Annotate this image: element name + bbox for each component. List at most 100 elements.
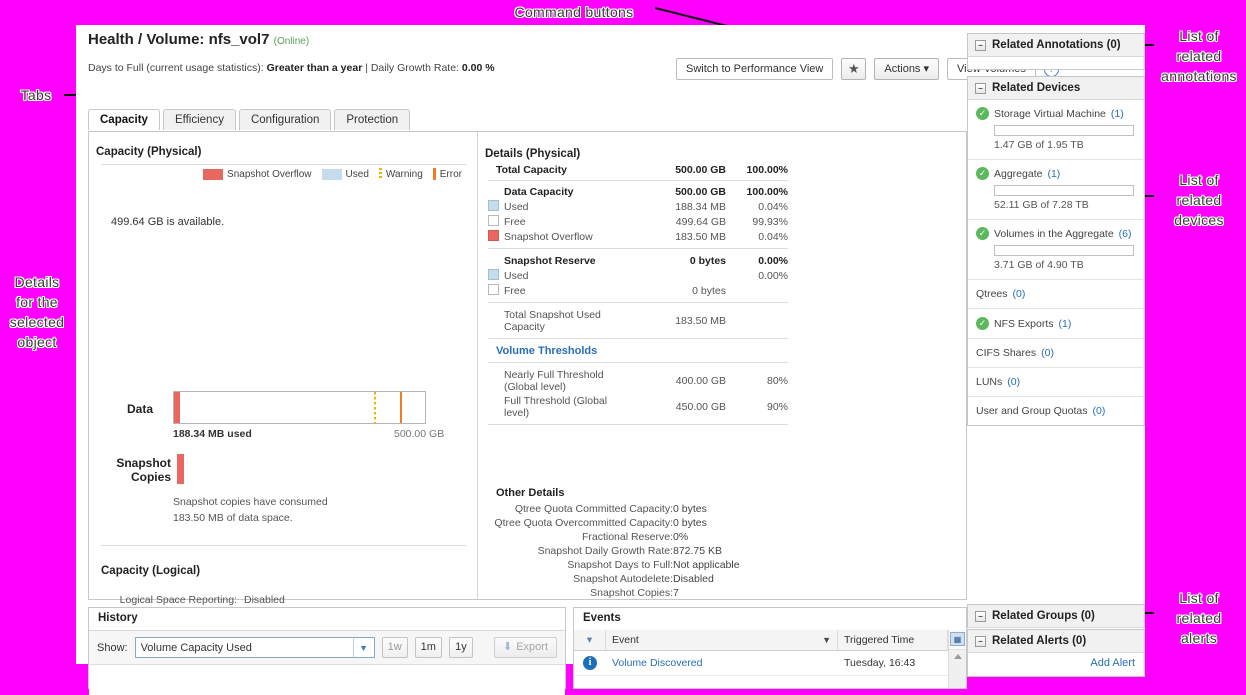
export-button[interactable]: ⬇ Export [493,637,557,658]
events-scrollbar[interactable] [949,649,966,688]
snapshot-days-to-full-value: Not applicable [673,559,740,571]
related-groups-header[interactable]: − Related Groups (0) [968,605,1144,628]
minus-icon[interactable]: − [975,39,986,51]
actions-button[interactable]: Actions ▾ [874,58,940,80]
volume-thresholds-title[interactable]: Volume Thresholds [496,345,597,357]
events-sort-handle[interactable]: ▾ [574,630,606,650]
range-button-1w[interactable]: 1w [381,637,408,658]
data-used-label: Used [488,199,634,214]
minus-icon[interactable]: − [975,82,986,94]
details-physical-title: Details (Physical) [485,148,581,160]
list-item-volumes-in-the-aggregate[interactable]: ✓ Volumes in the Aggregate (6) 3.71 GB o… [968,220,1144,280]
list-item-luns[interactable]: LUNs (0) [968,368,1144,397]
device-count: (0) [1012,288,1026,300]
snapshot-copies-label: Snapshot Copies [116,456,171,484]
table-row-fractional-reserve: Fractional Reserve: 0% [488,530,788,544]
device-capacity-bar [994,245,1134,256]
star-icon[interactable]: ★ [841,58,867,80]
page-title: Health / Volume: nfs_vol7 (Online) [88,31,309,48]
device-row: Qtrees (0) [976,288,1136,300]
event-link[interactable]: Volume Discovered [612,657,702,669]
list-item-cifs-shares[interactable]: CIFS Shares (0) [968,339,1144,368]
snapshot-copies-value[interactable]: 7 [673,586,788,600]
snapshot-consumption-text: Snapshot copies have consumed 183.50 MB … [173,494,328,526]
tab-bar: Capacity Efficiency Configuration Protec… [88,109,967,132]
swatch-overflow-icon [488,230,499,241]
list-item-storage-virtual-machine[interactable]: ✓ Storage Virtual Machine (1) 1.47 GB of… [968,100,1144,160]
snapshot-copies-bar [177,454,184,484]
device-count: (1) [1058,317,1072,330]
annotation-related-devices: List of related devices [1174,172,1224,228]
filter-icon[interactable]: ▼ [822,635,831,645]
growth-rate-value: 0.00 % [461,62,495,74]
list-item-user-and-group-quotas[interactable]: User and Group Quotas (0) [968,397,1144,425]
related-alerts-panel: − Related Alerts (0) Add Alert [967,629,1145,677]
tab-configuration[interactable]: Configuration [238,109,332,130]
device-count: (0) [1007,376,1021,388]
tab-protection[interactable]: Protection [334,109,411,130]
history-panel: History Show: Volume Capacity Used ▼ 1w … [88,607,566,695]
related-devices-header[interactable]: − Related Devices [968,77,1144,100]
device-capacity-bar [994,185,1134,196]
switch-to-performance-view-button[interactable]: Switch to Performance View [676,58,834,80]
tab-efficiency[interactable]: Efficiency [162,109,236,130]
fractional-reserve-label: Fractional Reserve: [581,531,673,543]
logical-space-reporting-label: Logical Space Reporting: [119,594,237,606]
table-row-snapshot-reserve: Snapshot Reserve 0 bytes 0.00% [488,254,788,268]
device-count: (6) [1118,227,1132,240]
details-physical-column: Details (Physical) Total Capacity 500.00… [478,132,968,599]
device-capacity-text: 3.71 GB of 4.90 TB [994,259,1084,271]
table-row-snapshot-autodelete: Snapshot Autodelete: Disabled [488,572,788,586]
table-row-snapshot-growth: Snapshot Daily Growth Rate: 872.75 KB [488,544,788,558]
related-alerts-header[interactable]: − Related Alerts (0) [968,630,1144,653]
history-controls: Show: Volume Capacity Used ▼ 1w 1m 1y ⬇ … [89,631,565,665]
days-to-full-value: Greater than a year [266,62,363,74]
details-capacity-table: Total Capacity 500.00 GB 100.00% Data Ca… [488,163,788,428]
related-devices-list: ✓ Storage Virtual Machine (1) 1.47 GB of… [968,100,1144,425]
status-ok-icon: ✓ [976,227,989,240]
download-icon: ⬇ [502,641,513,653]
capacity-charts-column: Capacity (Physical) Snapshot Overflow Us… [89,132,478,686]
chevron-down-icon[interactable]: ▼ [352,638,374,657]
days-to-full-summary: Days to Full (current usage statistics):… [88,62,495,74]
divider [488,362,788,363]
event-severity: i [574,656,606,670]
annotation-command-buttons: Command buttons [514,4,634,20]
total-capacity-pct: 100.00% [746,164,788,176]
right-rail: − Related Annotations (0) − Related Devi… [967,33,1145,677]
scroll-up-arrow-icon[interactable] [953,654,962,659]
data-bar-label: Data [127,402,154,416]
minus-icon[interactable]: − [975,610,986,622]
history-chart-area [89,665,565,695]
events-column-event-label: Event [612,634,639,646]
device-count: (0) [1092,405,1106,417]
events-column-event[interactable]: Event ▼ [606,630,838,650]
snapshot-overflow-label: Snapshot Overflow [488,229,634,244]
history-metric-value: Volume Capacity Used [140,641,252,654]
list-item-qtrees[interactable]: Qtrees (0) [968,280,1144,309]
list-item-aggregate[interactable]: ✓ Aggregate (1) 52.11 GB of 7.28 TB [968,160,1144,220]
range-button-1y[interactable]: 1y [448,637,473,658]
tab-capacity[interactable]: Capacity [88,109,160,130]
minus-icon[interactable]: − [975,635,986,647]
legend-swatch-snapshot-overflow [203,168,224,180]
table-row-snapshot-overflow: Snapshot Overflow 183.50 MB 0.04% [488,229,788,244]
events-column-triggered-time[interactable]: Triggered Time [838,630,948,650]
device-row: User and Group Quotas (0) [976,405,1136,417]
related-annotations-header[interactable]: − Related Annotations (0) [968,34,1144,57]
history-metric-select[interactable]: Volume Capacity Used ▼ [134,637,375,658]
table-row-snapshot-days-to-full: Snapshot Days to Full: Not applicable [488,558,788,572]
range-button-1m[interactable]: 1m [414,637,442,658]
grid-icon[interactable]: ▦ [950,632,965,646]
status-ok-icon: ✓ [976,107,989,120]
annotation-details: Details for the selected object [9,274,65,350]
divider-row [488,358,788,368]
data-bar-snapshot-overflow-segment [174,392,180,423]
full-threshold-pct: 90% [766,401,788,413]
divider-row [488,420,788,428]
table-row-reserve-used: Used 0.00% [488,268,788,283]
list-item-nfs-exports[interactable]: ✓ NFS Exports (1) [968,309,1144,339]
legend-swatch-warning [378,168,382,180]
add-alert-link[interactable]: Add Alert [1090,657,1135,669]
divider-row [488,177,788,185]
